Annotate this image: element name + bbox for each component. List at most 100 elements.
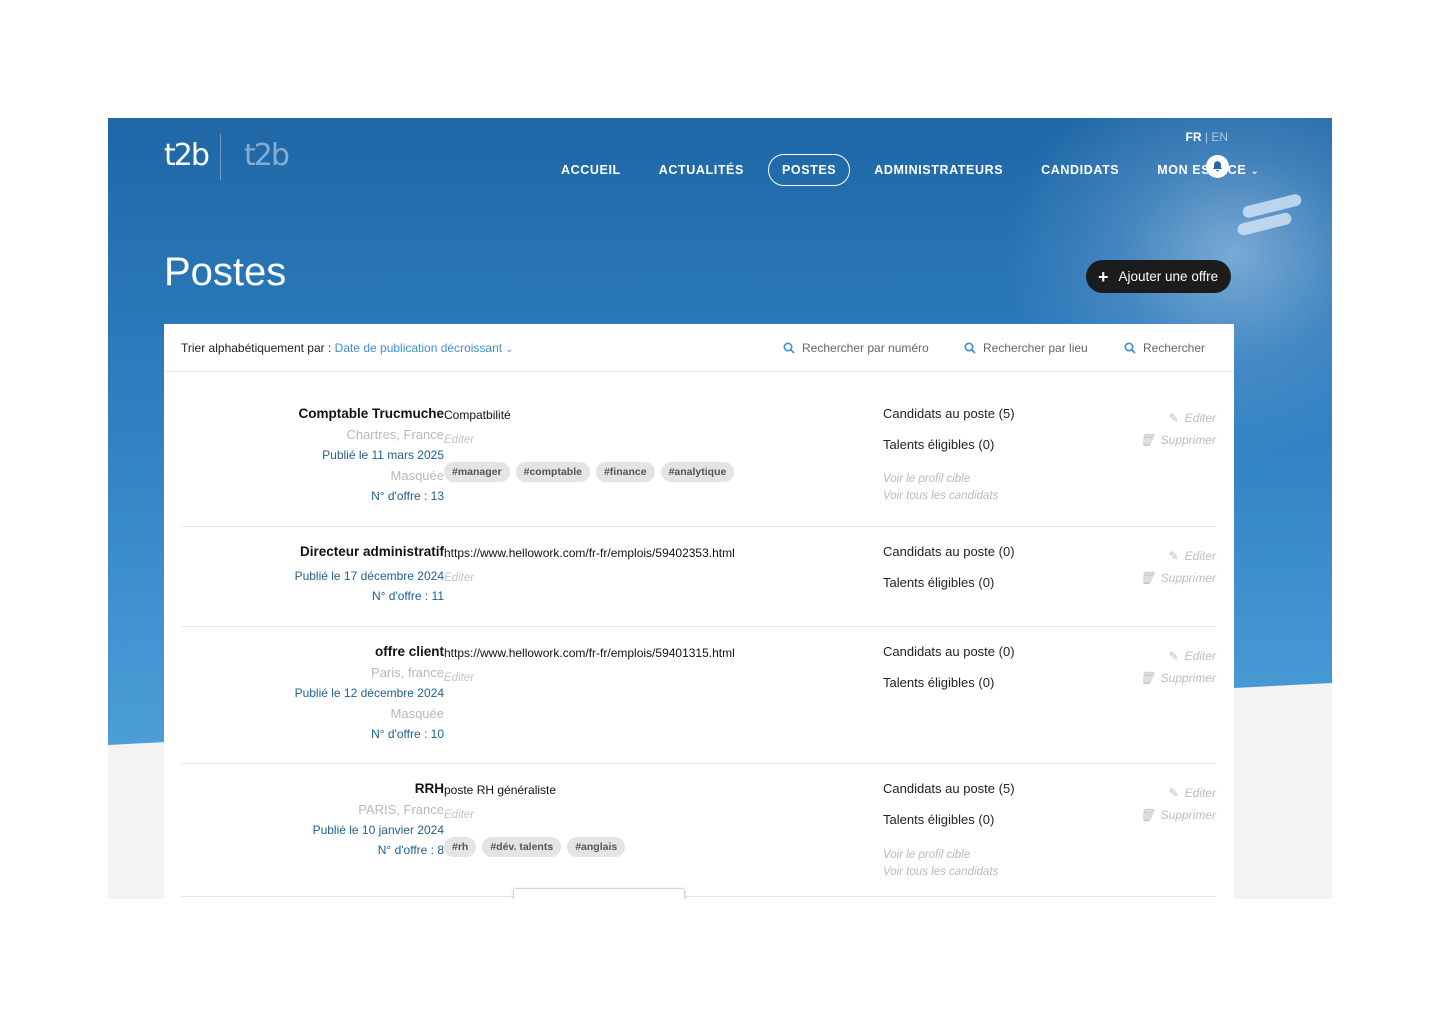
profile-link[interactable]: Voir le profil cible: [883, 847, 998, 864]
search-icon: [964, 342, 976, 354]
floating-popup[interactable]: [513, 888, 685, 899]
offer-title[interactable]: Comptable Trucmuche: [184, 406, 444, 421]
tag[interactable]: #comptable: [515, 462, 590, 482]
candidates-count-link[interactable]: Candidats au poste (5): [883, 781, 1015, 796]
nav-label: ACCUEIL: [561, 163, 621, 177]
search-all[interactable]: Rechercher: [1124, 341, 1205, 355]
offer-candidates: Candidats au poste (0) Talents éligibles…: [883, 544, 1015, 606]
offers-panel: Trier alphabétiquement par : Date de pub…: [164, 324, 1234, 899]
offer-hidden: Masquée: [390, 468, 444, 483]
tag[interactable]: #anglais: [567, 837, 626, 857]
offer-row: Comptable Trucmuche Chartres, France Pub…: [181, 372, 1216, 527]
talents-count-link[interactable]: Talents éligibles (0): [883, 437, 1015, 452]
offer-info: Comptable Trucmuche Chartres, France Pub…: [184, 406, 444, 503]
offer-description-block: https://www.hellowork.com/fr-fr/emplois/…: [444, 646, 864, 684]
talents-count-link[interactable]: Talents éligibles (0): [883, 675, 1015, 690]
offer-location: Chartres, France: [346, 427, 444, 442]
add-offer-button[interactable]: + Ajouter une offre: [1086, 260, 1232, 293]
sort-select[interactable]: Date de publication décroissant ⌄: [335, 341, 513, 355]
offer-published: Publié le 17 décembre 2024: [294, 569, 444, 583]
all-candidates-link[interactable]: Voir tous les candidats: [883, 864, 998, 881]
lang-fr[interactable]: FR: [1186, 130, 1202, 144]
delete-button[interactable]: 🗑 Supprimer: [1139, 433, 1216, 447]
delete-button[interactable]: 🗑 Supprimer: [1139, 671, 1216, 685]
all-candidates-link[interactable]: Voir tous les candidats: [883, 488, 998, 505]
offer-tags: #rh #dév. talents #anglais: [444, 837, 864, 857]
tag[interactable]: #rh: [444, 837, 477, 857]
offer-number: N° d'offre : 11: [371, 589, 444, 603]
search-number-placeholder: Rechercher par numéro: [802, 341, 929, 355]
offer-candidates: Candidats au poste (5) Talents éligibles…: [883, 406, 1015, 468]
offer-candidates: Candidats au poste (0) Talents éligibles…: [883, 644, 1015, 706]
offer-description-block: Compatbilité Editer #manager #comptable …: [444, 408, 864, 482]
tag[interactable]: #analytique: [660, 462, 735, 482]
nav-label: ADMINISTRATEURS: [874, 163, 1004, 177]
main-nav: ACCUEIL ACTUALITÉS POSTES ADMINISTRATEUR…: [542, 154, 1278, 186]
talents-count-link[interactable]: Talents éligibles (0): [883, 812, 1015, 827]
logo-text: t2b: [244, 138, 290, 173]
offer-title[interactable]: RRH: [184, 781, 444, 796]
candidates-count-link[interactable]: Candidats au poste (5): [883, 406, 1015, 421]
offer-row: RRH PARIS, France Publié le 10 janvier 2…: [181, 764, 1216, 897]
edit-button[interactable]: ✎ Editer: [1139, 411, 1216, 425]
offer-title[interactable]: Directeur administratif: [184, 544, 444, 559]
offer-actions: ✎ Editer 🗑 Supprimer: [1139, 549, 1216, 593]
pencil-icon: ✎: [1168, 549, 1179, 563]
delete-button[interactable]: 🗑 Supprimer: [1139, 808, 1216, 822]
add-offer-label: Ajouter une offre: [1118, 269, 1219, 284]
logo-t2b-secondary[interactable]: t2b: [244, 138, 290, 173]
pencil-icon: ✎: [1168, 411, 1179, 425]
profile-link[interactable]: Voir le profil cible: [883, 471, 998, 488]
offer-location: Paris, france: [371, 665, 444, 680]
offer-description: https://www.hellowork.com/fr-fr/emplois/…: [444, 646, 735, 660]
bell-icon[interactable]: [1206, 155, 1229, 178]
lang-en[interactable]: EN: [1211, 130, 1228, 144]
app-frame: t2b t2b FR | EN ACCUEIL ACTUALITÉS POSTE…: [108, 118, 1332, 899]
offer-edit-hint[interactable]: Editer: [444, 434, 864, 446]
search-by-place[interactable]: Rechercher par lieu: [964, 341, 1088, 355]
edit-label: Editer: [1184, 786, 1216, 800]
search-place-placeholder: Rechercher par lieu: [983, 341, 1088, 355]
edit-button[interactable]: ✎ Editer: [1139, 649, 1216, 663]
offer-candidates: Candidats au poste (5) Talents éligibles…: [883, 781, 1015, 843]
candidates-count-link[interactable]: Candidats au poste (0): [883, 644, 1015, 659]
search-by-number[interactable]: Rechercher par numéro: [783, 341, 929, 355]
offer-edit-hint[interactable]: Editer: [444, 572, 864, 584]
tag[interactable]: #finance: [595, 462, 655, 482]
logo-text: t2b: [164, 138, 210, 173]
tag[interactable]: #manager: [444, 462, 510, 482]
delete-label: Supprimer: [1160, 671, 1216, 685]
nav-candidats[interactable]: CANDIDATS: [1027, 154, 1133, 186]
delete-label: Supprimer: [1160, 808, 1216, 822]
offer-edit-hint[interactable]: Editer: [444, 672, 864, 684]
candidates-count-link[interactable]: Candidats au poste (0): [883, 544, 1015, 559]
tag[interactable]: #dév. talents: [482, 837, 562, 857]
offer-hidden: Masquée: [390, 706, 444, 721]
offer-links: Voir le profil cible Voir tous les candi…: [883, 847, 998, 881]
nav-postes[interactable]: POSTES: [767, 154, 851, 186]
offer-tags: #manager #comptable #finance #analytique: [444, 462, 864, 482]
offer-links: Voir le profil cible Voir tous les candi…: [883, 471, 998, 505]
nav-administrateurs[interactable]: ADMINISTRATEURS: [860, 154, 1017, 186]
nav-accueil[interactable]: ACCUEIL: [547, 154, 635, 186]
delete-button[interactable]: 🗑 Supprimer: [1139, 571, 1216, 585]
trash-icon: 🗑: [1139, 671, 1155, 685]
offer-edit-hint[interactable]: Editer: [444, 809, 864, 821]
offer-number: N° d'offre : 8: [377, 843, 444, 857]
edit-button[interactable]: ✎ Editer: [1139, 549, 1216, 563]
offer-row: Directeur administratif Publié le 17 déc…: [181, 527, 1216, 627]
nav-actualites[interactable]: ACTUALITÉS: [645, 154, 758, 186]
search-icon: [783, 342, 795, 354]
nav-label: ACTUALITÉS: [658, 163, 744, 177]
logo-t2b[interactable]: t2b: [164, 138, 210, 173]
offer-description: poste RH généraliste: [444, 783, 557, 797]
search-icon: [1124, 342, 1136, 354]
edit-button[interactable]: ✎ Editer: [1139, 786, 1216, 800]
offer-info: offre client Paris, france Publié le 12 …: [184, 644, 444, 741]
offer-actions: ✎ Editer 🗑 Supprimer: [1139, 411, 1216, 455]
offer-published: Publié le 10 janvier 2024: [312, 823, 444, 837]
talents-count-link[interactable]: Talents éligibles (0): [883, 575, 1015, 590]
offer-title[interactable]: offre client: [184, 644, 444, 659]
delete-label: Supprimer: [1160, 571, 1216, 585]
offer-description-block: https://www.hellowork.com/fr-fr/emplois/…: [444, 546, 864, 584]
